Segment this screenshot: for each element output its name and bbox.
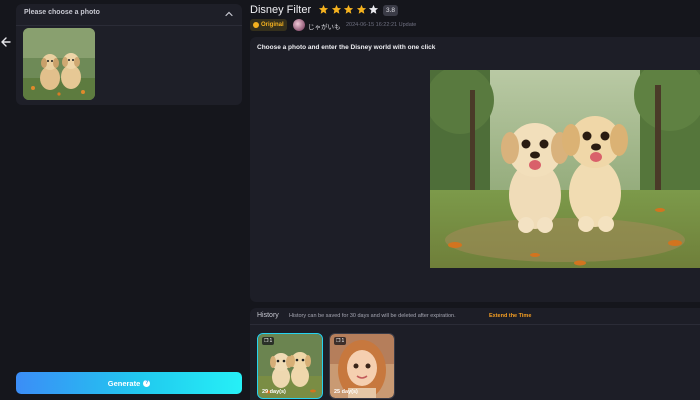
- star-icon: [331, 4, 341, 14]
- result-image[interactable]: [430, 70, 700, 268]
- original-icon: [253, 22, 259, 28]
- update-date: 2024-06-15 16:22:21 Update: [346, 22, 417, 28]
- photo-select-panel: Please choose a photo: [16, 4, 242, 105]
- image-count-tag: ❐ 1: [262, 337, 275, 345]
- star-icon: [318, 4, 329, 14]
- rating-value: 3.8: [383, 5, 399, 16]
- generate-label: Generate: [107, 378, 141, 388]
- extend-time-link[interactable]: Extend the Time: [489, 313, 531, 319]
- star-icon: [343, 4, 354, 14]
- star-icon: [356, 4, 366, 14]
- image-stack-icon: ❐: [264, 338, 269, 344]
- star-rating: [318, 4, 379, 15]
- image-count-tag: ❐ 1: [334, 337, 347, 345]
- author-name[interactable]: じゃがいも: [308, 21, 341, 31]
- history-section: History History can be saved for 30 days…: [250, 308, 700, 400]
- back-arrow-icon[interactable]: [0, 34, 12, 50]
- image-stack-icon: ❐: [336, 338, 341, 344]
- history-title: History: [257, 312, 279, 319]
- star-empty-icon: [368, 4, 379, 14]
- history-item[interactable]: ❐ 1 29 day(s): [257, 333, 323, 399]
- image-count: 1: [269, 338, 273, 344]
- chevron-up-icon[interactable]: [224, 9, 234, 19]
- original-badge: Original: [250, 19, 287, 31]
- page-title: Disney Filter: [250, 4, 312, 16]
- stage-instruction: Choose a photo and enter the Disney worl…: [257, 44, 436, 51]
- image-count: 1: [341, 338, 345, 344]
- history-divider: [250, 324, 700, 325]
- selected-photo-thumbnail[interactable]: [23, 28, 95, 100]
- help-icon: ?: [143, 379, 151, 387]
- photo-select-header[interactable]: Please choose a photo: [16, 4, 242, 24]
- days-remaining: 29 day(s): [262, 389, 286, 395]
- days-remaining: 25 day(s): [334, 389, 358, 395]
- original-badge-label: Original: [261, 22, 284, 28]
- generate-button[interactable]: Generate ?: [16, 372, 242, 394]
- panel-divider: [16, 25, 242, 26]
- author-avatar[interactable]: [293, 19, 305, 31]
- result-stage: Choose a photo and enter the Disney worl…: [250, 37, 700, 302]
- photo-select-title: Please choose a photo: [24, 9, 100, 16]
- history-item[interactable]: ❐ 1 25 day(s): [329, 333, 395, 399]
- history-note: History can be saved for 30 days and wil…: [289, 313, 456, 319]
